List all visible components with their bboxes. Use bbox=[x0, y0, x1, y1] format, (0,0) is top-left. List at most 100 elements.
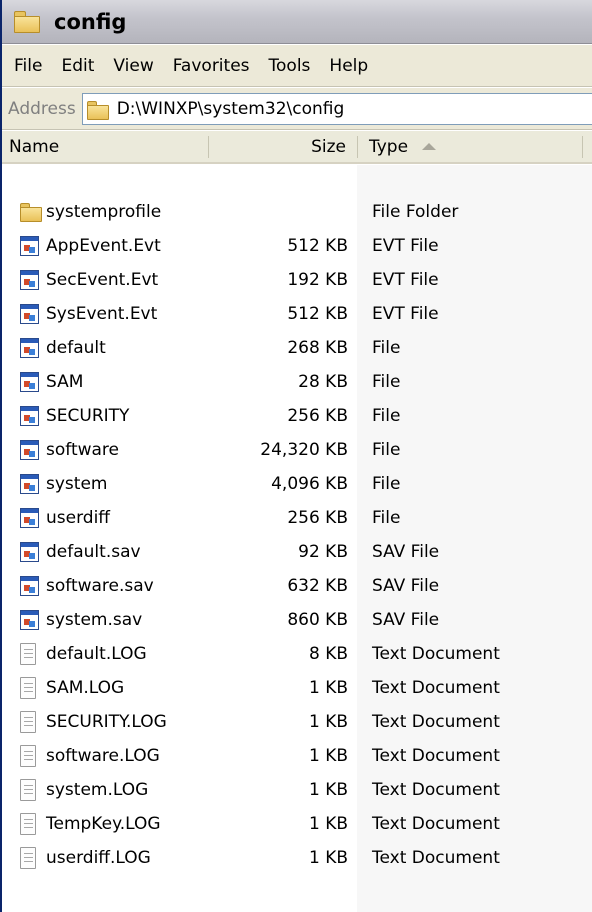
file-row[interactable]: SAM.LOG 1 KB Text Document bbox=[2, 672, 592, 706]
file-name: SAM bbox=[46, 372, 84, 392]
file-row[interactable]: SAM 28 KB File bbox=[2, 366, 592, 400]
file-size: 256 KB bbox=[287, 406, 348, 426]
file-type: Text Document bbox=[372, 848, 500, 868]
system-file-icon bbox=[20, 507, 42, 531]
column-divider[interactable] bbox=[208, 136, 209, 158]
file-name: system.sav bbox=[46, 610, 143, 630]
file-size: 512 KB bbox=[287, 236, 348, 256]
file-type: EVT File bbox=[372, 236, 439, 256]
file-row[interactable]: system.sav 860 KB SAV File bbox=[2, 604, 592, 638]
title-bar[interactable]: config bbox=[2, 0, 592, 44]
system-file-icon bbox=[20, 541, 42, 565]
file-row[interactable]: default.LOG 8 KB Text Document bbox=[2, 638, 592, 672]
file-row[interactable]: system 4,096 KB File bbox=[2, 468, 592, 502]
file-row[interactable]: SysEvent.Evt 512 KB EVT File bbox=[2, 298, 592, 332]
file-type: Text Document bbox=[372, 644, 500, 664]
system-file-icon bbox=[20, 371, 42, 395]
text-document-icon bbox=[20, 643, 42, 667]
file-size: 1 KB bbox=[308, 712, 348, 732]
file-size: 192 KB bbox=[287, 270, 348, 290]
file-row[interactable]: default.sav 92 KB SAV File bbox=[2, 536, 592, 570]
text-document-icon bbox=[20, 745, 42, 769]
file-row[interactable]: default 268 KB File bbox=[2, 332, 592, 366]
system-file-icon bbox=[20, 439, 42, 463]
text-document-icon bbox=[20, 677, 42, 701]
menu-bar: File Edit View Favorites Tools Help bbox=[2, 45, 592, 87]
file-name: system bbox=[46, 474, 108, 494]
file-row[interactable]: system.LOG 1 KB Text Document bbox=[2, 774, 592, 808]
file-name: system.LOG bbox=[46, 780, 149, 800]
menu-help[interactable]: Help bbox=[321, 56, 376, 76]
file-list: systemprofile File Folder AppEvent.Evt 512 … bbox=[2, 196, 592, 876]
column-divider[interactable] bbox=[582, 136, 583, 158]
address-label: Address bbox=[8, 98, 76, 119]
file-size: 4,096 KB bbox=[271, 474, 348, 494]
column-name-label: Name bbox=[9, 136, 60, 157]
file-size: 24,320 KB bbox=[260, 440, 348, 460]
file-row[interactable]: SecEvent.Evt 192 KB EVT File bbox=[2, 264, 592, 298]
file-name: SECURITY bbox=[46, 406, 130, 426]
menu-file[interactable]: File bbox=[6, 56, 50, 76]
file-size: 268 KB bbox=[287, 338, 348, 358]
column-size-label: Size bbox=[311, 136, 346, 157]
file-name: default.LOG bbox=[46, 644, 147, 664]
explorer-window: config File Edit View Favorites Tools He… bbox=[0, 0, 592, 912]
file-name: software bbox=[46, 440, 120, 460]
address-input[interactable]: D:\WINXP\system32\config bbox=[81, 92, 592, 125]
file-size: 860 KB bbox=[287, 610, 348, 630]
address-bar: Address D:\WINXP\system32\config bbox=[2, 88, 592, 130]
file-type: File Folder bbox=[372, 202, 459, 222]
file-row[interactable]: SECURITY 256 KB File bbox=[2, 400, 592, 434]
column-type-header[interactable]: Type bbox=[357, 131, 587, 162]
file-row[interactable]: AppEvent.Evt 512 KB EVT File bbox=[2, 230, 592, 264]
file-type: SAV File bbox=[372, 542, 440, 562]
file-size: 1 KB bbox=[308, 848, 348, 868]
folder-icon bbox=[20, 201, 42, 225]
file-row[interactable]: systemprofile File Folder bbox=[2, 196, 592, 230]
file-name: userdiff bbox=[46, 508, 111, 528]
file-row[interactable]: software 24,320 KB File bbox=[2, 434, 592, 468]
file-size: 512 KB bbox=[287, 304, 348, 324]
file-name: TempKey.LOG bbox=[46, 814, 161, 834]
system-file-icon bbox=[20, 337, 42, 361]
file-type: Text Document bbox=[372, 712, 500, 732]
file-type: File bbox=[372, 508, 401, 528]
file-row[interactable]: software.LOG 1 KB Text Document bbox=[2, 740, 592, 774]
file-name: default.sav bbox=[46, 542, 141, 562]
system-file-icon bbox=[20, 609, 42, 633]
file-name: SysEvent.Evt bbox=[46, 304, 158, 324]
file-size: 1 KB bbox=[308, 780, 348, 800]
menu-favorites[interactable]: Favorites bbox=[165, 56, 258, 76]
file-row[interactable]: software.sav 632 KB SAV File bbox=[2, 570, 592, 604]
file-type: EVT File bbox=[372, 304, 439, 324]
file-type: Text Document bbox=[372, 746, 500, 766]
file-type: Text Document bbox=[372, 780, 500, 800]
system-file-icon bbox=[20, 575, 42, 599]
menu-view[interactable]: View bbox=[105, 56, 161, 76]
menu-tools[interactable]: Tools bbox=[261, 56, 319, 76]
file-row[interactable]: TempKey.LOG 1 KB Text Document bbox=[2, 808, 592, 842]
menu-edit[interactable]: Edit bbox=[53, 56, 102, 76]
file-size: 92 KB bbox=[298, 542, 348, 562]
file-size: 1 KB bbox=[308, 678, 348, 698]
file-type: File bbox=[372, 406, 401, 426]
file-size: 632 KB bbox=[287, 576, 348, 596]
file-type: SAV File bbox=[372, 610, 440, 630]
file-name: default bbox=[46, 338, 106, 358]
file-row[interactable]: userdiff.LOG 1 KB Text Document bbox=[2, 842, 592, 876]
column-size-header[interactable]: Size bbox=[278, 131, 356, 162]
sort-ascending-icon bbox=[422, 143, 437, 150]
file-type: File bbox=[372, 338, 401, 358]
system-file-icon bbox=[20, 473, 42, 497]
window-title: config bbox=[54, 9, 127, 34]
file-type: Text Document bbox=[372, 678, 500, 698]
file-name: SAM.LOG bbox=[46, 678, 125, 698]
folder-icon bbox=[86, 99, 109, 120]
file-row[interactable]: userdiff 256 KB File bbox=[2, 502, 592, 536]
file-row[interactable]: SECURITY.LOG 1 KB Text Document bbox=[2, 706, 592, 740]
address-path: D:\WINXP\system32\config bbox=[116, 98, 345, 119]
file-type: Text Document bbox=[372, 814, 500, 834]
file-size: 1 KB bbox=[308, 814, 348, 834]
file-name: AppEvent.Evt bbox=[46, 236, 161, 256]
text-document-icon bbox=[20, 779, 42, 803]
